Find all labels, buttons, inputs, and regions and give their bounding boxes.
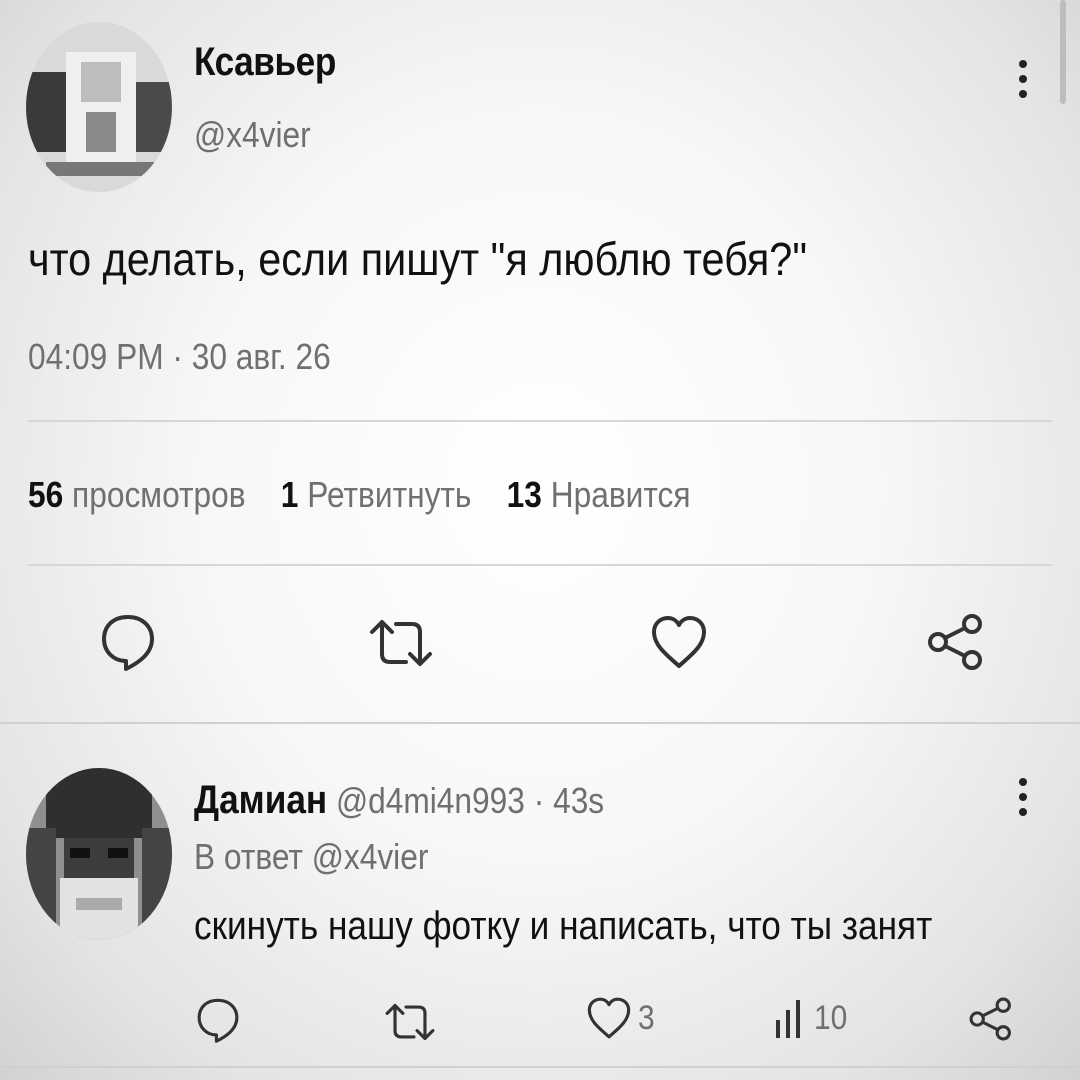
reply-views-count: 10 <box>814 998 848 1037</box>
retweet-icon[interactable] <box>368 616 434 670</box>
author-avatar[interactable] <box>26 22 172 192</box>
tweet-timestamp[interactable]: 04:09 PM · 30 авг. 26 <box>28 336 331 378</box>
reply-share-icon[interactable] <box>968 996 1014 1042</box>
like-icon[interactable] <box>650 614 708 670</box>
share-icon[interactable] <box>926 612 986 672</box>
reply-context[interactable]: В ответ @x4vier <box>194 836 428 878</box>
views-stat[interactable]: 56 просмотров <box>28 474 246 515</box>
reply-author-name[interactable]: Дамиан <box>194 778 327 822</box>
reply-author-avatar[interactable] <box>26 768 172 940</box>
reply-more-options-icon[interactable] <box>1017 778 1029 816</box>
reply-reply-icon[interactable] <box>196 996 240 1044</box>
reply-retweet-icon[interactable] <box>384 1000 436 1044</box>
divider <box>28 564 1052 566</box>
reply-views-button[interactable]: 10 <box>772 996 852 1040</box>
avatar-image <box>26 22 172 192</box>
avatar-image <box>26 768 172 940</box>
tweet-text: что делать, если пишут "я люблю тебя?" <box>28 233 808 285</box>
bottom-divider <box>0 1066 1080 1068</box>
section-divider <box>0 722 1080 724</box>
reply-like-icon <box>586 996 632 1040</box>
likes-stat[interactable]: 13 Нравится <box>507 474 691 515</box>
reply-time[interactable]: · 43s <box>534 780 604 821</box>
reply-author-handle[interactable]: @d4mi4n993 <box>336 780 525 821</box>
reply-like-button[interactable]: 3 <box>586 996 657 1040</box>
more-options-icon[interactable] <box>1017 60 1029 98</box>
author-name[interactable]: Ксавьер <box>194 40 336 85</box>
author-handle[interactable]: @x4vier <box>194 114 311 156</box>
views-icon <box>772 996 808 1040</box>
reply-text: скинуть нашу фотку и написать, что ты за… <box>194 904 933 948</box>
reply-header: Дамиан @d4mi4n993 · 43s <box>194 778 604 823</box>
scrollbar[interactable] <box>1060 0 1066 104</box>
tweet-stats: 56 просмотров 1 Ретвитнуть 13 Нравится <box>28 474 691 516</box>
reply-like-count: 3 <box>638 998 655 1037</box>
divider <box>28 420 1052 422</box>
reply-icon[interactable] <box>100 612 156 672</box>
retweets-stat[interactable]: 1 Ретвитнуть <box>281 474 472 515</box>
